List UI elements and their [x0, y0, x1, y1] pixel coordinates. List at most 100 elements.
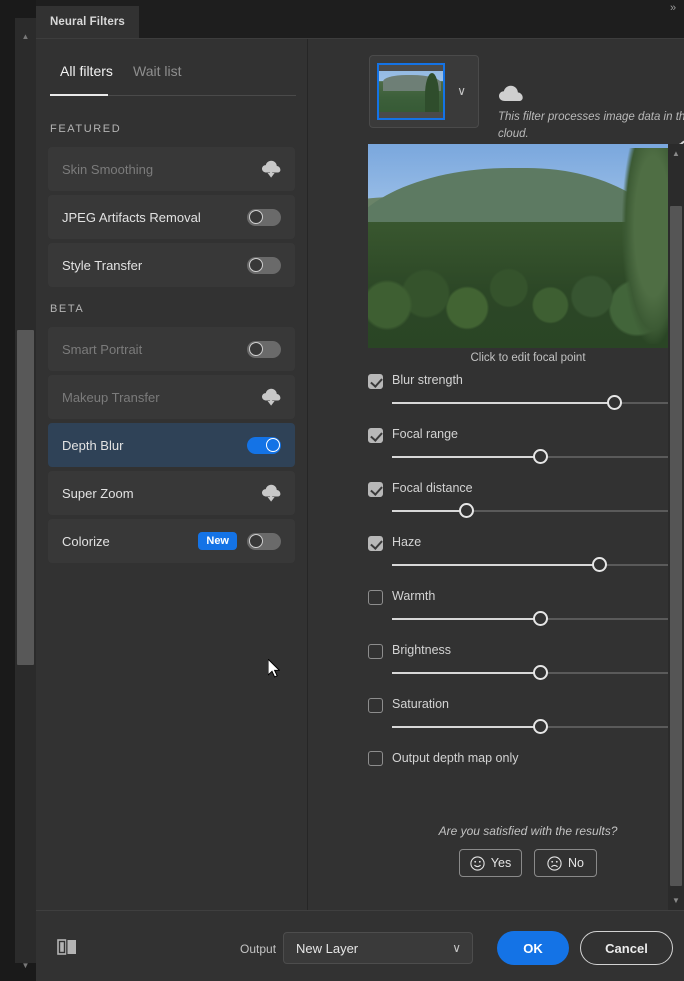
ok-button[interactable]: OK	[497, 931, 569, 965]
tab-neural-filters[interactable]: Neural Filters	[36, 6, 139, 38]
filter-name: Super Zoom	[62, 485, 134, 501]
filter-toggle[interactable]	[247, 256, 281, 274]
document-scrollbar[interactable]: ▲ ▼	[0, 0, 36, 981]
slider-track[interactable]	[392, 503, 684, 518]
slider-focal-distance: Focal distance25	[368, 481, 684, 518]
slider-brightness: Brightness0	[368, 643, 684, 680]
filter-group-label-featured: FEATURED	[50, 123, 122, 135]
filter-row-style-transfer[interactable]: Style Transfer	[48, 243, 295, 287]
output-select-value: New Layer	[296, 940, 359, 956]
chevron-down-icon[interactable]: ∨	[457, 84, 466, 98]
filter-toggle[interactable]	[247, 532, 281, 550]
filter-name: Colorize	[62, 533, 110, 549]
slider-handle[interactable]	[532, 449, 548, 464]
slider-haze: Haze70	[368, 535, 684, 572]
slider-track[interactable]	[392, 611, 684, 626]
filter-name: Skin Smoothing	[62, 161, 154, 177]
new-badge: New	[198, 532, 237, 550]
slider-checkbox[interactable]	[368, 536, 383, 551]
filter-row-skin-smoothing[interactable]: Skin Smoothing	[48, 147, 295, 191]
slider-handle[interactable]	[532, 611, 548, 626]
filter-preview-image[interactable]	[368, 144, 684, 348]
neural-filters-window: ▲ ▼ Neural Filters » All filters Wait li…	[0, 0, 684, 981]
mouse-cursor-icon	[268, 659, 280, 678]
cloud-download-icon[interactable]	[261, 484, 281, 502]
detail-scroll-up-icon[interactable]: ▲	[668, 146, 684, 162]
slider-handle[interactable]	[591, 557, 607, 572]
smiley-happy-icon	[470, 855, 485, 871]
document-scrollbar-thumb[interactable]	[17, 330, 34, 665]
filter-detail-panel: ∨ This filter processes image data in th…	[308, 39, 684, 911]
slider-track[interactable]	[392, 719, 684, 734]
subtab-all-filters[interactable]: All filters	[60, 63, 113, 93]
neural-filters-dialog: All filters Wait list FEATURED Skin Smoot…	[36, 38, 684, 981]
cloud-processing-note: This filter processes image data in the …	[498, 111, 684, 140]
feedback-no-label: No	[568, 856, 584, 870]
slider-track[interactable]	[392, 557, 684, 572]
filter-row-colorize[interactable]: Colorize New	[48, 519, 295, 563]
filter-row-smart-portrait[interactable]: Smart Portrait	[48, 327, 295, 371]
slider-warmth: Warmth0	[368, 589, 684, 626]
slider-label: Brightness	[392, 643, 452, 657]
slider-handle[interactable]	[532, 719, 548, 734]
slider-label: Blur strength	[392, 373, 463, 387]
output-depth-map-label: Output depth map only	[392, 751, 519, 765]
output-depth-map-option[interactable]: Output depth map only	[368, 751, 684, 769]
filter-row-jpeg-artifacts-removal[interactable]: JPEG Artifacts Removal	[48, 195, 295, 239]
cloud-icon	[499, 85, 523, 101]
slider-label: Saturation	[392, 697, 449, 711]
preview-caption: Click to edit focal point	[470, 352, 586, 364]
feedback-buttons: Yes No	[368, 849, 684, 877]
slider-label: Focal range	[392, 427, 459, 441]
slider-track[interactable]	[392, 449, 684, 464]
filter-row-depth-blur[interactable]: Depth Blur	[48, 423, 295, 467]
image-thumbnail	[377, 63, 445, 120]
scroll-down-arrow-icon[interactable]: ▼	[15, 955, 36, 977]
slider-checkbox[interactable]	[368, 698, 383, 713]
slider-focal-range: Focal range50	[368, 427, 684, 464]
slider-track[interactable]	[392, 395, 684, 410]
subtab-wait-list[interactable]: Wait list	[133, 63, 181, 93]
subtab-active-indicator	[50, 94, 108, 96]
filter-row-super-zoom[interactable]: Super Zoom	[48, 471, 295, 515]
slider-handle[interactable]	[532, 665, 548, 680]
slider-checkbox[interactable]	[368, 482, 383, 497]
slider-checkbox[interactable]	[368, 428, 383, 443]
filter-row-makeup-transfer[interactable]: Makeup Transfer	[48, 375, 295, 419]
feedback-no-button[interactable]: No	[534, 849, 597, 877]
slider-saturation: Saturation0	[368, 697, 684, 734]
output-depth-map-checkbox[interactable]	[368, 751, 383, 766]
slider-checkbox[interactable]	[368, 644, 383, 659]
split-view-icon[interactable]	[56, 938, 78, 956]
tab-label: Neural Filters	[50, 16, 125, 28]
feedback-yes-button[interactable]: Yes	[459, 849, 522, 877]
filter-name: Smart Portrait	[62, 341, 143, 357]
slider-label: Focal distance	[392, 481, 473, 495]
slider-label: Haze	[392, 535, 422, 549]
cancel-button[interactable]: Cancel	[580, 931, 673, 965]
detail-scrollbar-thumb[interactable]	[670, 206, 682, 886]
cloud-download-icon[interactable]	[261, 388, 281, 406]
slider-track[interactable]	[392, 665, 684, 680]
slider-checkbox[interactable]	[368, 374, 383, 389]
slider-handle[interactable]	[606, 395, 622, 410]
scroll-up-arrow-icon[interactable]: ▲	[15, 26, 36, 48]
image-thumbnail-selector[interactable]: ∨	[369, 55, 479, 128]
feedback-yes-label: Yes	[490, 856, 512, 870]
filter-toggle[interactable]	[247, 340, 281, 358]
slider-blur-strength: Blur strength75	[368, 373, 684, 410]
panel-tabbar: Neural Filters »	[36, 0, 684, 38]
expand-panel-icon[interactable]: »	[664, 1, 682, 15]
detail-scrollbar[interactable]: ▲ ▼	[668, 144, 684, 911]
feedback-question: Are you satisfied with the results?	[438, 824, 618, 838]
output-select[interactable]: New Layer ∨	[283, 932, 473, 964]
detail-scroll-down-icon[interactable]: ▼	[668, 893, 684, 909]
smiley-sad-icon	[547, 855, 562, 871]
slider-handle[interactable]	[458, 503, 474, 518]
filters-list-panel: All filters Wait list FEATURED Skin Smoot…	[36, 39, 308, 911]
slider-checkbox[interactable]	[368, 590, 383, 605]
filter-toggle[interactable]	[247, 436, 281, 454]
cloud-download-icon[interactable]	[261, 160, 281, 178]
dialog-footer: Output New Layer ∨ OK Cancel	[36, 910, 684, 981]
filter-toggle[interactable]	[247, 208, 281, 226]
